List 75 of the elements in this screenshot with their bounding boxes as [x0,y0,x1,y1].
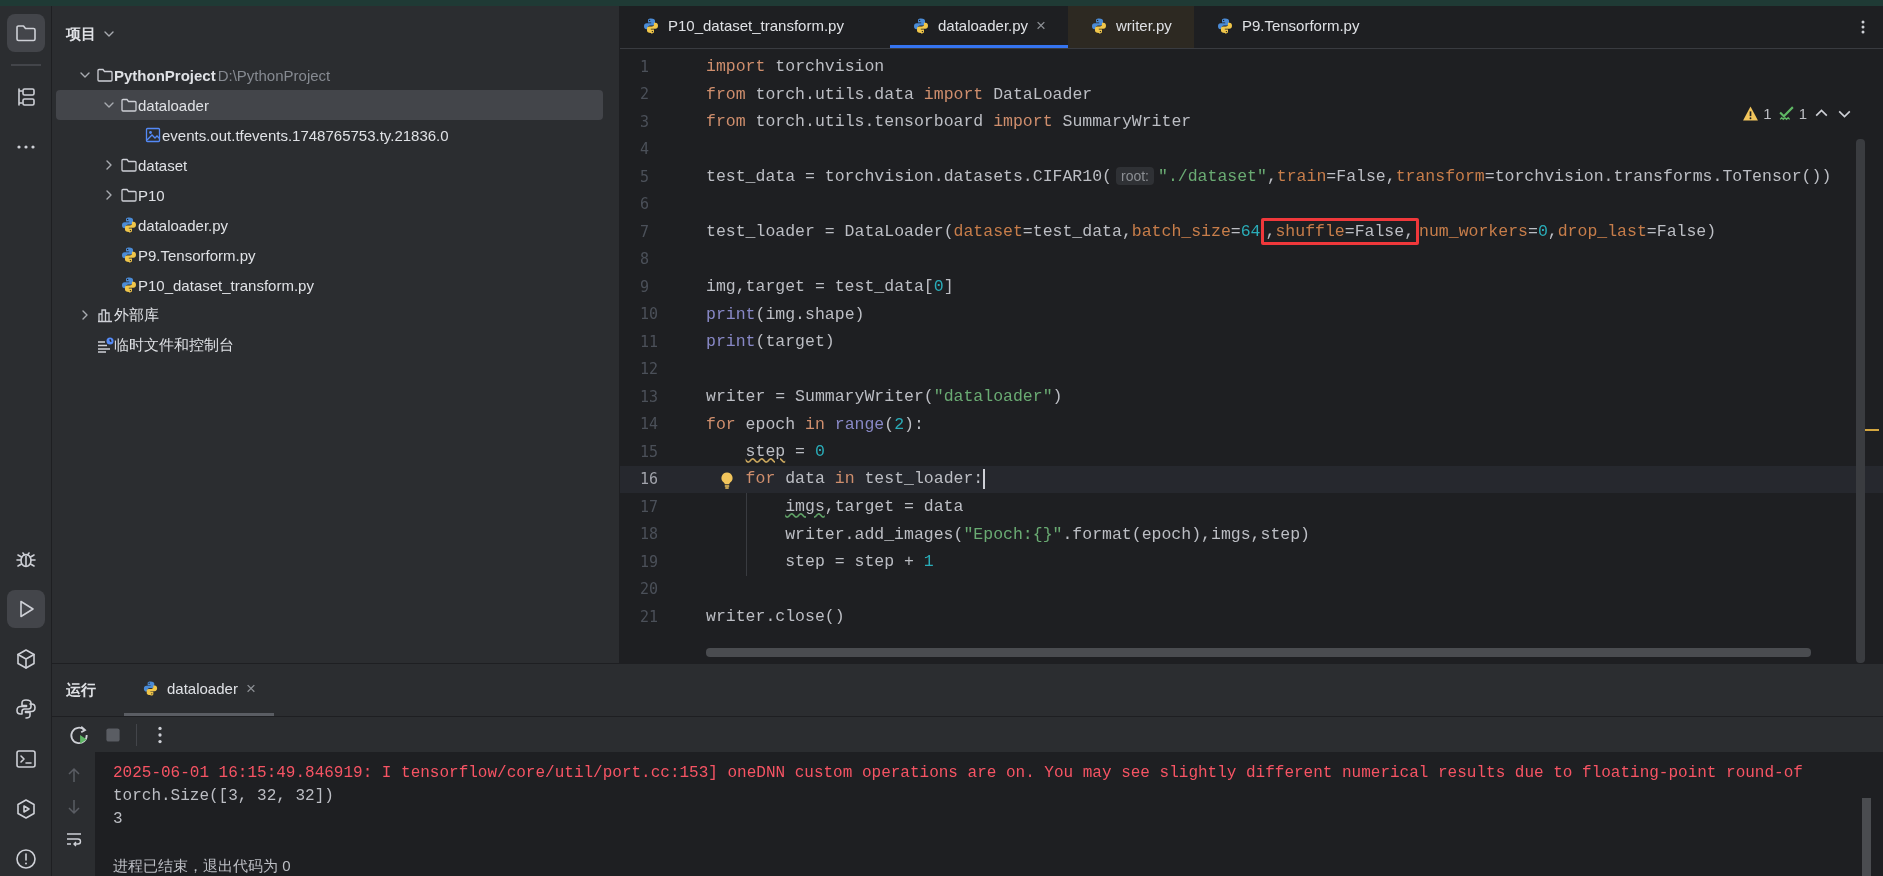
close-icon[interactable]: × [245,678,256,699]
image-file-icon [144,126,162,144]
editor-tab[interactable]: writer.py [1068,6,1194,48]
code-line: img,target = test_data[0] [706,277,954,297]
tree-item[interactable]: P9.Tensorform.py [138,240,256,270]
check-icon[interactable] [1777,105,1795,122]
weak-warning-count[interactable]: 1 [1798,105,1807,122]
warning-icon[interactable] [1742,105,1760,122]
console-line: 2025-06-01 16:15:49.846919: I tensorflow/core/util/port.cc:153] oneDNN custom operations are on. You may see slightly different numerical results due to floating-point round-of [113,763,1803,784]
tab-label: P10_dataset_transform.py [668,17,844,34]
code-line: from torch.utils.data import DataLoader [706,84,1093,104]
folder-icon [120,96,138,114]
panel-title: 运行 [66,680,96,700]
console-line: 进程已结束，退出代码为 0 [113,856,292,876]
scrollbar[interactable] [706,648,1811,657]
code-line: from torch.utils.tensorboard import SummaryWriter [706,112,1192,132]
python-file-icon [120,276,138,294]
tree-item[interactable]: P10 [138,180,165,210]
scratch-icon [96,336,114,354]
code-line: print(target) [706,332,835,352]
folder-icon [120,156,138,174]
tree-item[interactable]: P10_dataset_transform.py [138,270,314,300]
run-button[interactable] [6,590,45,628]
tab-label: dataloader.py [938,17,1029,34]
python-file-icon [1090,16,1108,35]
folder-icon [120,186,138,204]
console-line: 3 [113,809,124,830]
code-line: step = step + 1 [785,552,934,572]
python-file-icon [642,16,660,35]
tree-item[interactable]: PythonProject [114,60,216,90]
tree-item[interactable]: dataloader.py [138,210,229,240]
editor-tab[interactable]: P10_dataset_transform.py [620,6,890,48]
code-line: test_data = torchvision.datasets.CIFAR10( root: "./dataset",train=False,transform=torchvision.transforms.ToTensor()) [706,167,1832,187]
editor-tab[interactable]: P9.Tensorform.py [1193,6,1382,48]
terminal-icon[interactable] [13,747,38,771]
run-tab[interactable]: dataloader × [124,664,274,716]
library-icon [96,306,114,324]
tree-item[interactable]: events.out.tfevents.1748765753.ty.21836.0 [162,120,449,150]
problems-icon[interactable] [13,847,38,871]
code-line: writer.add_images("Epoch:{}".format(epoch),imgs,step) [785,524,1310,544]
console-line: torch.Size([3, 32, 32]) [113,786,335,807]
code-line: import torchvision [706,57,885,77]
code-line: writer.close() [706,607,845,627]
code-line: step = 0 [745,442,825,462]
code-line: writer = SummaryWriter("dataloader") [706,387,1063,407]
project-path: D:\PythonProject [217,66,331,84]
rerun-icon[interactable] [68,723,90,746]
code-line: imgs,target = data [785,497,964,517]
wrap-icon[interactable] [64,830,83,848]
tree-item[interactable]: 外部库 [114,300,159,330]
python-file-icon [120,246,138,264]
warning-marker [1865,429,1879,431]
tree-item[interactable]: 临时文件和控制台 [114,330,234,360]
code-line: print(img.shape) [706,304,865,324]
tab-label: P9.Tensorform.py [1241,17,1360,34]
scrollbar[interactable] [1856,139,1865,663]
folder-icon [96,66,114,84]
tab-label: writer.py [1116,17,1172,34]
python-file-icon [912,16,930,35]
tree-item[interactable]: dataloader [138,90,209,120]
close-icon[interactable]: × [1036,15,1046,36]
panel-title: 项目 [66,24,96,44]
tab-label: dataloader [167,680,238,697]
tree-item[interactable]: dataset [138,150,188,180]
folder-button[interactable] [6,14,45,52]
python-file-icon [120,216,138,234]
line-number: 16 [639,470,660,489]
python-file-icon [1215,16,1234,35]
code-line: for epoch in range(2): [706,414,924,434]
code-line: for data in test_loader: [745,469,986,490]
warning-count[interactable]: 1 [1763,105,1772,122]
python-file-icon [142,680,159,697]
scrollbar[interactable] [1862,798,1871,876]
code-line: test_loader = DataLoader(dataset=test_data,batch_size=64 ,shuffle=False, num_workers=0,drop_last=False) [706,218,1717,246]
python-icon[interactable] [13,697,38,721]
